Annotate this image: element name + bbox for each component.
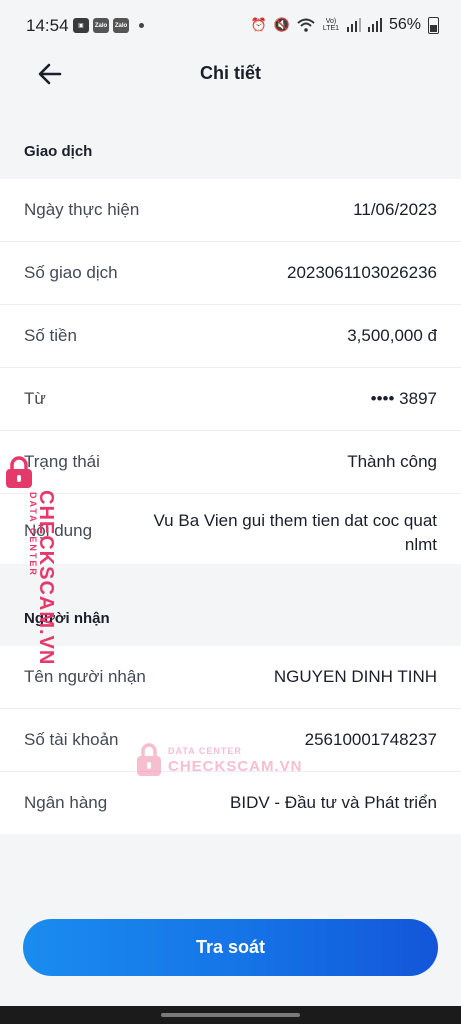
row-label: Số tài khoản (24, 730, 119, 749)
battery-icon (428, 16, 439, 34)
row-value: 25610001748237 (304, 730, 437, 749)
more-notifications-icon (139, 23, 144, 28)
transaction-card: Ngày thực hiện 11/06/2023 Số giao dịch 2… (0, 179, 461, 564)
row-value: 11/06/2023 (353, 200, 437, 219)
wifi-icon (297, 18, 315, 32)
recipient-section-title: Người nhận (24, 610, 110, 627)
list-item: Ngày thực hiện 11/06/2023 (0, 179, 461, 242)
battery-percent: 56% (388, 16, 421, 33)
row-value: BIDV - Đầu tư và Phát triển (230, 793, 437, 812)
list-item: Từ •••• 3897 (0, 368, 461, 431)
row-label: Ngày thực hiện (24, 200, 140, 219)
page-title: Chi tiết (200, 63, 261, 83)
list-item: Số tài khoản 25610001748237 (0, 709, 461, 772)
signal-icon (346, 18, 361, 32)
row-label: Số giao dịch (24, 263, 118, 282)
zalo-icon-2: Zalo (113, 18, 129, 33)
alarm-icon: ⏰ (250, 17, 267, 32)
recipient-card: Tên người nhận NGUYEN DINH TINH Số tài k… (0, 646, 461, 834)
mute-icon: 🔇 (273, 17, 290, 32)
status-bar: 14:54 ▣ Zalo Zalo ⏰ 🔇 Vo) LTE1 56% (0, 0, 461, 52)
tra-soat-button[interactable]: Tra soát (23, 919, 438, 976)
home-indicator[interactable] (161, 1013, 300, 1017)
notification-icons: ▣ Zalo Zalo (73, 18, 144, 33)
list-item: Tên người nhận NGUYEN DINH TINH (0, 646, 461, 709)
row-label: Từ (24, 389, 46, 408)
app-header: Chi tiết (0, 52, 461, 96)
signal-icon-2 (367, 18, 382, 32)
row-label: Số tiền (24, 326, 77, 345)
row-value: NGUYEN DINH TINH (273, 667, 437, 686)
status-value: Thành công (347, 452, 437, 471)
list-item: Số tiền 3,500,000 đ (0, 305, 461, 368)
row-label: Tên người nhận (24, 667, 146, 686)
row-label: Trạng thái (24, 452, 100, 471)
row-value: 3,500,000 đ (347, 326, 437, 345)
gallery-icon: ▣ (73, 18, 89, 33)
navigation-bar (0, 1006, 461, 1024)
network-type: Vo) LTE1 (322, 18, 340, 32)
row-label: Ngân hàng (24, 793, 108, 812)
row-value: 2023061103026236 (286, 263, 437, 282)
zalo-icon: Zalo (93, 18, 109, 33)
status-time: 14:54 (26, 16, 69, 35)
list-item: Số giao dịch 2023061103026236 (0, 242, 461, 305)
list-item: Ngân hàng BIDV - Đầu tư và Phát triển (0, 772, 461, 834)
list-item: Trạng thái Thành công (0, 431, 461, 494)
transaction-section-title: Giao dịch (24, 143, 93, 160)
row-label: Nội dung (24, 521, 93, 540)
row-value: Vu Ba Vien gui them tien dat coc quat nl… (153, 511, 437, 554)
list-item: Nội dung Vu Ba Vien gui them tien dat co… (0, 494, 461, 564)
row-value: •••• 3897 (370, 389, 437, 408)
system-icons: ⏰ 🔇 Vo) LTE1 56% (251, 16, 439, 34)
